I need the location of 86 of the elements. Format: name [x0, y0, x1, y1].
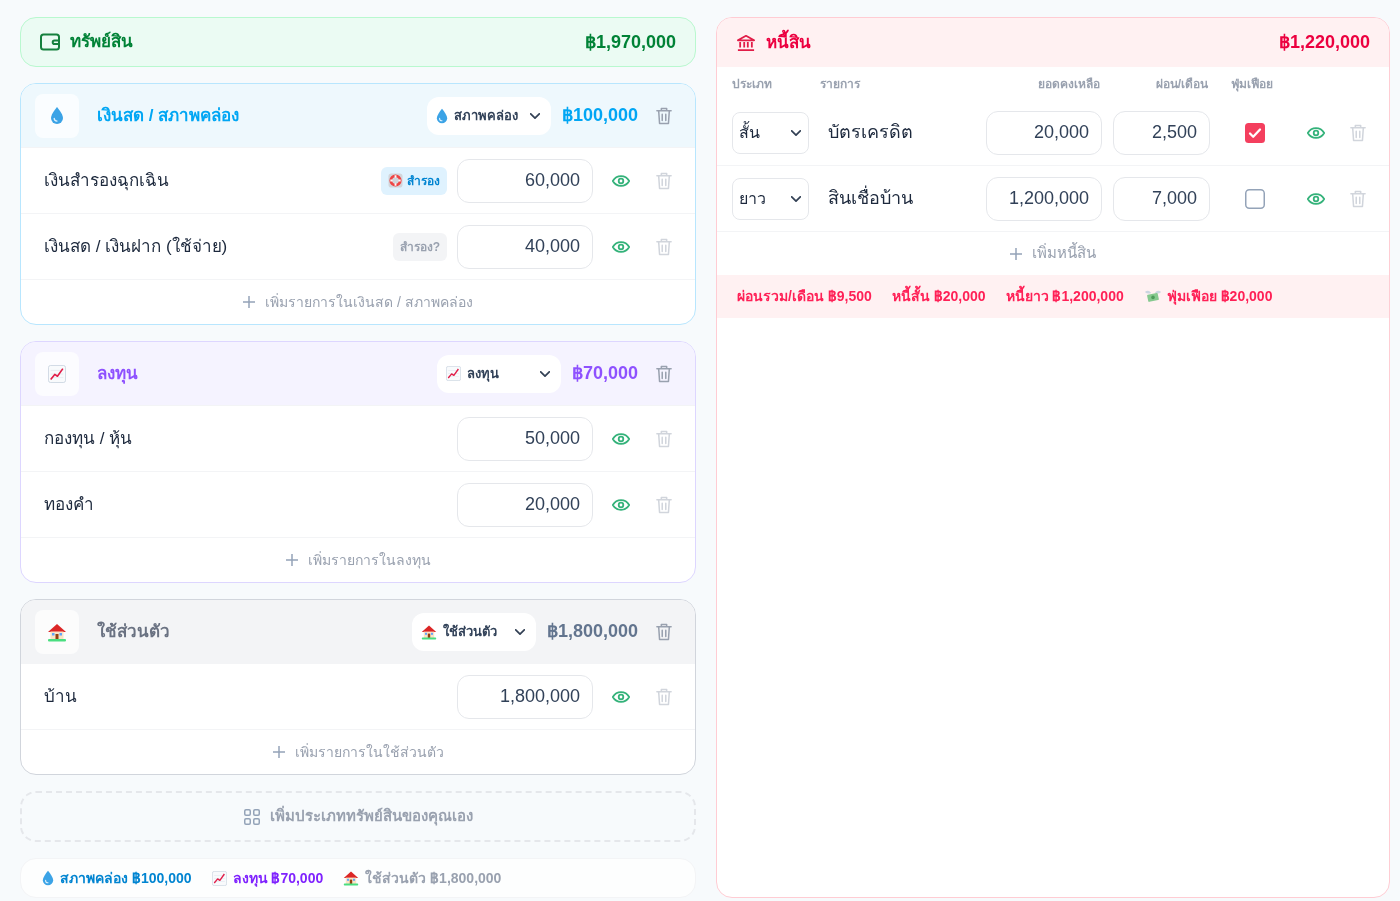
trash-icon[interactable]	[656, 622, 672, 641]
chart-icon	[445, 366, 461, 381]
total-amount: ฿1,220,000	[1278, 31, 1370, 54]
chevron-down-icon	[791, 195, 801, 202]
trash-icon[interactable]	[656, 495, 672, 514]
eye-icon[interactable]	[612, 174, 630, 187]
wallet-icon	[40, 33, 60, 51]
summary-text: ใช้ส่วนตัว ฿1,800,000	[365, 868, 502, 888]
amount-field[interactable]: 1,800,000	[457, 674, 593, 719]
category-title: ลงทุน	[97, 362, 138, 386]
chevron-down-icon	[539, 370, 550, 377]
category-select[interactable]: ลงทุน	[436, 354, 561, 393]
column-header: ผ่อน/เดือน	[1155, 75, 1208, 93]
trash-icon[interactable]	[1350, 189, 1366, 208]
chevron-down-icon	[791, 129, 801, 136]
term-select[interactable]: สั้น	[732, 111, 809, 154]
amount-field[interactable]: 40,000	[457, 224, 593, 269]
eye-icon[interactable]	[612, 240, 630, 253]
balance-field[interactable]: 20,000	[986, 110, 1102, 155]
chevron-down-icon	[529, 112, 540, 119]
category-total: ฿1,800,000	[546, 620, 638, 643]
monthly-field[interactable]: 7,000	[1113, 176, 1210, 221]
chevron-down-icon	[514, 628, 525, 635]
checkbox[interactable]	[1245, 188, 1265, 209]
section-title: หนี้สิน	[766, 29, 811, 56]
plus-icon	[272, 746, 285, 758]
bank-icon	[737, 33, 755, 52]
plus-icon	[285, 554, 298, 566]
column-header: ฟุ่มเฟือย	[1231, 75, 1273, 93]
money-icon	[1143, 289, 1162, 304]
category-title: เงินสด / สภาพคล่อง	[97, 104, 240, 127]
category-title: ใช้ส่วนตัว	[97, 620, 170, 643]
amount-field[interactable]: 50,000	[457, 416, 593, 461]
house-icon	[343, 870, 360, 886]
plus-icon	[1010, 247, 1022, 260]
house-icon	[35, 609, 79, 654]
debt-name: สินเชื่อบ้าน	[828, 185, 913, 212]
eye-icon[interactable]	[1307, 126, 1325, 139]
chart-icon	[211, 870, 227, 886]
trash-icon[interactable]	[656, 106, 672, 125]
house-icon	[420, 623, 437, 640]
category-select[interactable]: ใช้ส่วนตัว	[411, 612, 536, 651]
summary-text: ลงทุน ฿70,000	[232, 868, 324, 889]
debt-name: บัตรเครดิต	[828, 121, 913, 144]
category-total: ฿70,000	[571, 362, 638, 385]
reserve-chip[interactable]: สำรอง	[381, 166, 447, 195]
summary-text: สภาพคล่อง ฿100,000	[60, 868, 192, 888]
item-label: บ้าน	[44, 685, 77, 708]
category-select[interactable]: สภาพคล่อง	[426, 96, 551, 135]
trash-icon[interactable]	[656, 429, 672, 448]
item-label: เงินสำรองฉุกเฉิน	[44, 169, 169, 193]
summary-text: หนี้สั้น ฿20,000	[891, 286, 986, 307]
trash-icon[interactable]	[656, 237, 672, 256]
column-header: ประเภท	[732, 75, 772, 93]
grid-icon	[243, 808, 260, 825]
lifebuoy-icon	[388, 173, 403, 188]
eye-icon[interactable]	[1307, 192, 1325, 205]
column-header: ยอดคงเหลือ	[1038, 75, 1100, 93]
chart-icon	[35, 351, 79, 396]
summary-text: ฟุ่มเฟือย ฿20,000	[1166, 287, 1273, 307]
amount-field[interactable]: 20,000	[457, 482, 593, 527]
category-total: ฿100,000	[561, 104, 638, 127]
total-amount: ฿1,970,000	[584, 30, 676, 54]
plus-icon	[243, 296, 256, 308]
droplet-icon	[435, 107, 448, 124]
droplet-icon	[42, 870, 54, 886]
term-select[interactable]: ยาว	[732, 177, 809, 220]
trash-icon[interactable]	[656, 364, 672, 383]
balance-field[interactable]: 1,200,000	[986, 176, 1102, 221]
checkbox[interactable]	[1245, 122, 1265, 143]
trash-icon[interactable]	[1350, 123, 1366, 142]
monthly-field[interactable]: 2,500	[1113, 110, 1210, 155]
item-label: เงินสด / เงินฝาก (ใช้จ่าย)	[44, 235, 228, 258]
column-header: รายการ	[820, 75, 860, 93]
section-title: ทรัพย์สิน	[70, 30, 133, 54]
trash-icon[interactable]	[656, 171, 672, 190]
trash-icon[interactable]	[656, 687, 672, 706]
summary-text: หนี้ยาว ฿1,200,000	[1005, 286, 1124, 307]
eye-icon[interactable]	[612, 432, 630, 445]
item-label: กองทุน / หุ้น	[44, 427, 133, 451]
eye-icon[interactable]	[612, 690, 630, 703]
item-label: ทองคำ	[44, 493, 94, 516]
eye-icon[interactable]	[612, 498, 630, 511]
droplet-icon	[35, 93, 79, 138]
summary-text: ผ่อนรวม/เดือน ฿9,500	[737, 287, 872, 306]
amount-field[interactable]: 60,000	[457, 158, 593, 203]
